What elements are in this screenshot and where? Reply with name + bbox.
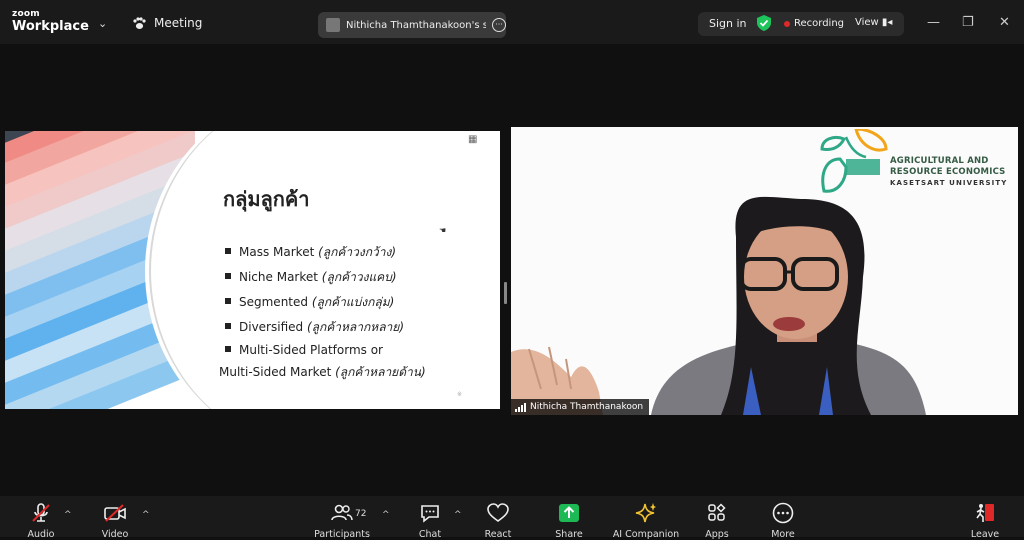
view-label: View <box>855 17 879 28</box>
apps-icon <box>708 503 726 521</box>
recording-indicator[interactable]: Recording <box>784 18 844 29</box>
heart-icon <box>487 503 509 522</box>
brand-line-2: RESOURCE ECONOMICS <box>890 166 1006 177</box>
audio-label: Audio <box>27 529 55 540</box>
connection-signal-icon <box>515 402 526 412</box>
zoom-logo: zoom Workplace <box>12 9 89 34</box>
more-options-icon[interactable]: ··· <box>492 18 506 32</box>
leave-door-icon <box>976 504 994 522</box>
slide-corner-mark: ※ <box>457 391 463 398</box>
meeting-info-button[interactable]: Meeting <box>132 16 202 30</box>
apps-label: Apps <box>705 529 729 540</box>
share-button[interactable]: Share <box>534 502 604 540</box>
share-title: Nithicha Thamthanakoon's screen <box>346 19 486 31</box>
mic-muted-icon <box>32 503 50 522</box>
participants-options-caret-icon[interactable]: ^ <box>382 510 390 520</box>
recording-label: Recording <box>794 18 845 29</box>
status-bar: Sign in Recording View ▮◂ <box>698 12 904 36</box>
audio-button[interactable]: Audio <box>6 502 76 540</box>
chat-label: Chat <box>418 529 442 540</box>
chat-options-caret-icon[interactable]: ^ <box>454 510 462 520</box>
participant-name-tag: Nithicha Thamthanakoon <box>511 399 650 415</box>
leave-button[interactable]: Leave <box>950 502 1020 540</box>
view-button[interactable]: View ▮◂ <box>855 17 892 28</box>
participant-video-tile[interactable]: AGRICULTURAL AND RESOURCE ECONOMICS KASE… <box>511 127 1018 415</box>
more-button[interactable]: More <box>748 502 818 540</box>
recording-dot-icon <box>784 20 790 27</box>
shield-check-icon[interactable] <box>757 15 771 31</box>
bullet-item: Niche Market (ลูกค้าวงแคบ) <box>225 268 397 287</box>
view-layout-icon: ▮◂ <box>881 17 893 28</box>
leave-label: Leave <box>970 529 1000 540</box>
sign-in-button[interactable]: Sign in <box>709 17 747 30</box>
bullet-item: Segmented (ลูกค้าแบ่งกลุ่ม) <box>225 293 394 312</box>
bullet-item: Multi-Sided Platforms or <box>225 343 383 357</box>
restore-icon[interactable]: ❐ <box>962 15 974 30</box>
ai-companion-label: AI Companion <box>612 529 680 540</box>
participant-count: 72 <box>355 509 367 519</box>
participant-name: Nithicha Thamthanakoon <box>530 402 644 412</box>
chat-icon <box>421 505 439 523</box>
more-dots-icon <box>772 502 794 524</box>
chevron-down-icon[interactable]: ⌄ <box>98 17 107 30</box>
chat-button[interactable]: Chat <box>395 502 465 540</box>
meeting-toolbar: Audio ^ Video ^ Participants 72 ^ Chat ^… <box>0 496 1024 540</box>
university-logo: AGRICULTURAL AND RESOURCE ECONOMICS KASE… <box>816 129 1016 199</box>
bullet-item: Mass Market (ลูกค้าวงกว้าง) <box>225 243 396 262</box>
share-screen-icon <box>559 504 579 522</box>
split-drag-handle[interactable] <box>504 282 507 304</box>
logo-big-text: Workplace <box>12 19 89 34</box>
cursor-icon: ☚ <box>439 226 447 235</box>
minimize-icon[interactable]: — <box>927 15 940 30</box>
logo-small-text: zoom <box>12 9 40 19</box>
participants-button[interactable]: Participants <box>307 502 377 540</box>
slide-title: กลุ่มลูกค้า <box>223 187 310 211</box>
meeting-label: Meeting <box>154 16 203 30</box>
audio-options-caret-icon[interactable]: ^ <box>64 510 72 520</box>
video-button[interactable]: Video <box>80 502 150 540</box>
slide-grid-icon[interactable]: ▦ <box>468 134 477 145</box>
bullet-item: Diversified (ลูกค้าหลากหลาย) <box>225 318 404 337</box>
apps-button[interactable]: Apps <box>682 502 752 540</box>
react-label: React <box>484 529 512 540</box>
sparkle-icon <box>635 503 656 523</box>
bullet-item-continuation: Multi-Sided Market (ลูกค้าหลายด้าน) <box>219 365 426 379</box>
participants-label: Participants <box>314 529 370 540</box>
brand-text: AGRICULTURAL AND RESOURCE ECONOMICS KASE… <box>890 156 1007 188</box>
share-label: Share <box>555 529 583 540</box>
react-button[interactable]: React <box>463 502 533 540</box>
title-bar: zoom Workplace ⌄ Meeting Nithicha Thamth… <box>0 0 1024 44</box>
more-label: More <box>771 529 795 540</box>
brand-line-3: KASETSART UNIVERSITY <box>890 179 1008 188</box>
leaf-logo-icon <box>820 129 888 193</box>
screen-share-indicator[interactable]: Nithicha Thamthanakoon's screen ··· <box>318 12 506 38</box>
shared-slide: ▦ ☚ กลุ่มลูกค้า Mass Market (ลูกค้าวงกว้… <box>5 131 500 409</box>
close-icon[interactable]: ✕ <box>999 15 1010 30</box>
participants-icon <box>331 504 353 521</box>
brand-line-1: AGRICULTURAL AND <box>890 156 989 166</box>
video-options-caret-icon[interactable]: ^ <box>142 510 150 520</box>
video-label: Video <box>101 529 129 540</box>
sharer-avatar <box>326 18 340 32</box>
paw-icon <box>133 16 146 29</box>
camera-off-icon <box>104 504 126 522</box>
ai-companion-button[interactable]: AI Companion <box>611 502 681 540</box>
